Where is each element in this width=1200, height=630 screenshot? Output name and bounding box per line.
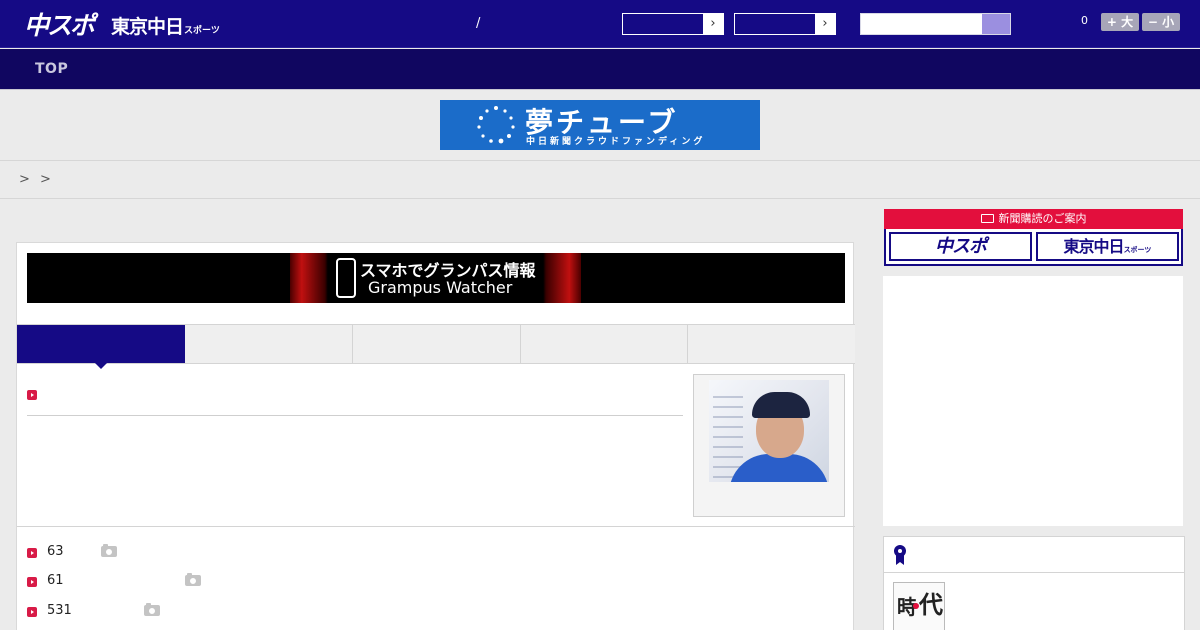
- tab-3[interactable]: [353, 325, 521, 363]
- font-smaller-button[interactable]: − 小: [1142, 13, 1180, 31]
- grampus-watcher-promo[interactable]: スマホでグランパス情報 Grampus Watcher: [27, 253, 845, 303]
- subscribe-tokyo-small: スポーツ: [1123, 246, 1152, 254]
- global-nav: TOP: [0, 49, 1200, 90]
- subscription-box: 新聞購読のご案内 中スポ 東京中日スポーツ: [884, 209, 1183, 266]
- banner-subtitle: 中日新聞クラウドファンディング: [526, 137, 706, 147]
- tab-2[interactable]: [185, 325, 353, 363]
- ranking-header: [884, 537, 1184, 573]
- play-bullet-icon: [27, 577, 37, 587]
- news-item-count: 531: [47, 603, 72, 618]
- camera-icon: [185, 573, 201, 586]
- search-button[interactable]: [982, 14, 1010, 34]
- font-bigger-button[interactable]: + 大: [1101, 13, 1139, 31]
- ranking-thumbnail[interactable]: 時 代: [893, 582, 945, 630]
- tab-1[interactable]: [17, 325, 185, 369]
- play-bullet-icon: [27, 390, 37, 400]
- subscribe-tokyo-button[interactable]: 東京中日スポーツ: [1036, 232, 1179, 261]
- sponsor-board: [713, 388, 743, 478]
- site-header: 中スポ 東京中日スポーツ / › › 0 + 大 − 小: [0, 0, 1200, 48]
- tab-4[interactable]: [521, 325, 688, 363]
- play-bullet-icon: [27, 548, 37, 558]
- photo-shirt: [729, 454, 829, 482]
- breadcrumb: > >: [19, 172, 51, 187]
- smartphone-icon: [336, 258, 356, 298]
- header-separator: /: [476, 16, 481, 31]
- lead-article-link[interactable]: [27, 374, 683, 416]
- ad-slot[interactable]: [883, 276, 1183, 526]
- category-tabs: [17, 324, 855, 369]
- subscription-header[interactable]: 新聞購読のご案内: [884, 209, 1183, 229]
- lead-article-thumbnail[interactable]: [693, 374, 845, 517]
- medal-icon: [894, 545, 906, 565]
- font-size-level: 0: [1081, 14, 1088, 27]
- category-select-2[interactable]: ›: [734, 13, 836, 35]
- category-select-1[interactable]: ›: [622, 13, 724, 35]
- camera-icon: [144, 603, 160, 616]
- photo-cap: [752, 392, 810, 418]
- news-item-count: 63: [47, 544, 64, 559]
- news-item-count: 61: [47, 573, 64, 588]
- dots-ring-icon: [477, 106, 515, 144]
- tokyo-chunichi-logo[interactable]: 東京中日スポーツ: [111, 12, 220, 39]
- search-box: [860, 13, 1011, 35]
- coach-photo: [709, 380, 829, 482]
- tokyo-logo-small: スポーツ: [184, 26, 220, 36]
- breadcrumb-bar: > >: [0, 160, 1200, 199]
- news-item[interactable]: 531: [27, 602, 727, 622]
- play-bullet-icon: [27, 607, 37, 617]
- chuspo-logo[interactable]: 中スポ: [24, 6, 95, 42]
- thumb-kanji-2: 代: [919, 590, 943, 619]
- subscription-header-text: 新聞購読のご案内: [998, 212, 1087, 225]
- nav-item-top[interactable]: TOP: [35, 61, 68, 77]
- ranking-box: 時 代: [883, 536, 1185, 630]
- news-item[interactable]: 61: [27, 572, 727, 592]
- main-content: スマホでグランパス情報 Grampus Watcher 63 61 531: [16, 242, 855, 630]
- yume-tube-banner[interactable]: 夢チューブ 中日新聞クラウドファンディング: [440, 100, 760, 150]
- search-input[interactable]: [861, 14, 983, 34]
- chevron-right-icon: ›: [815, 14, 835, 34]
- section-divider: [17, 526, 855, 527]
- chevron-right-icon: ›: [703, 14, 723, 34]
- tab-5[interactable]: [688, 325, 855, 363]
- subscribe-chuspo-button[interactable]: 中スポ: [889, 232, 1032, 261]
- medal-ribbon: [896, 555, 904, 565]
- camera-icon: [101, 544, 117, 557]
- news-item[interactable]: 63: [27, 543, 727, 563]
- tokyo-logo-text: 東京中日: [111, 16, 184, 38]
- subscribe-tokyo-text: 東京中日: [1063, 237, 1125, 256]
- newspaper-icon: [980, 214, 994, 223]
- promo-line-2: Grampus Watcher: [368, 278, 513, 297]
